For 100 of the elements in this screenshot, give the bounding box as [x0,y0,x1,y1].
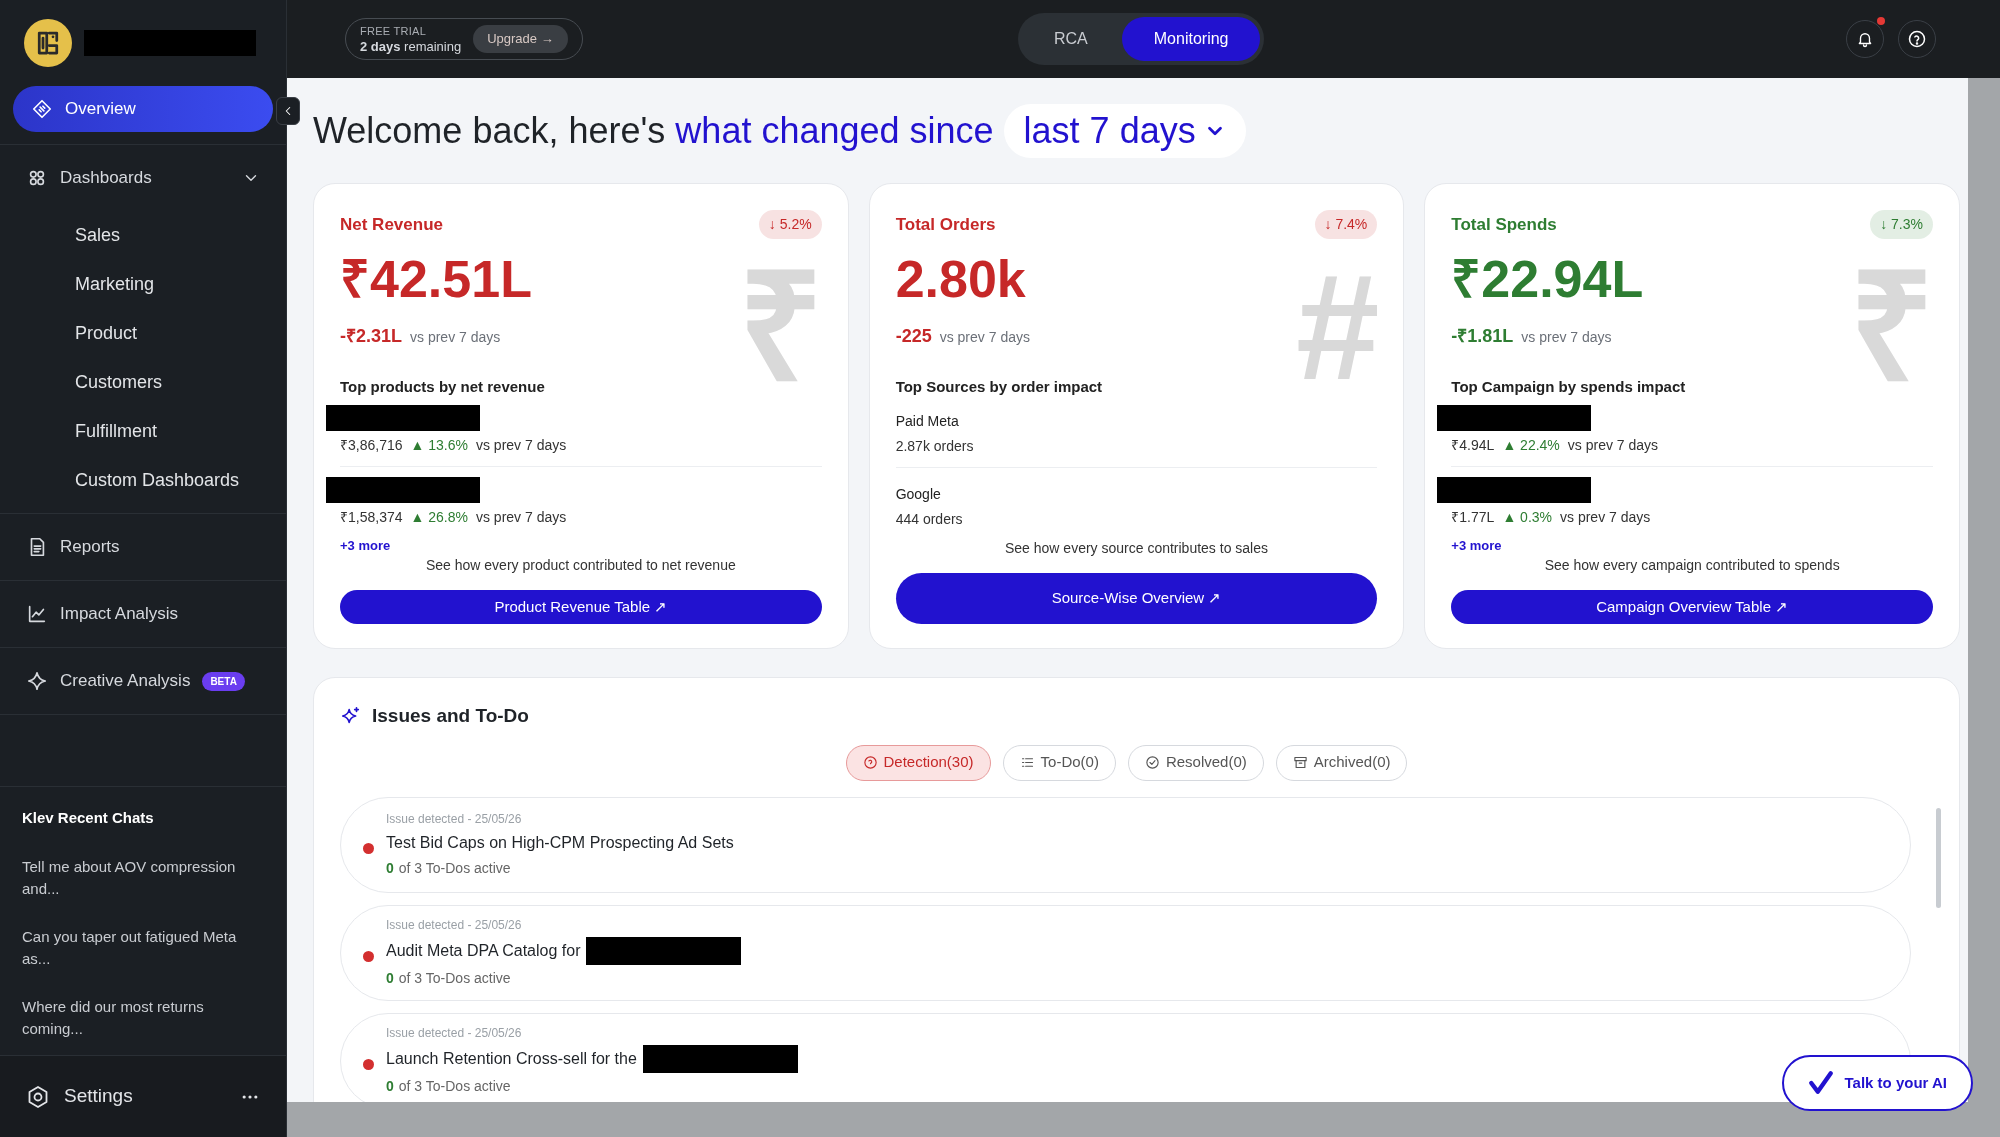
background-glyph: ₹ [1849,252,1935,402]
nav-item[interactable]: Dashboards [0,145,286,211]
delta-note: vs prev 7 days [410,328,501,347]
source-amount: 444 orders [895,509,964,529]
diamond-icon [31,98,53,120]
section-title: Top products by net revenue [340,377,546,397]
chat-link[interactable]: Where did our most returns coming... [22,995,262,1040]
more-link[interactable]: +3 more [1451,535,1933,555]
check-mark-icon [1808,1070,1835,1096]
delta-value: -₹1.81L [1451,325,1514,348]
nav-item[interactable]: Creative Analysis BETA [0,648,286,714]
entry-amount: ₹1,58,374 [340,507,403,527]
active-count: 0 [386,859,394,878]
todo-note: of 3 To-Dos active [398,859,511,878]
trial-text: 2 days remaining [360,39,462,54]
metric-value: ₹42.51L [340,253,533,305]
issue-meta: Issue detected - 25/05/26 [386,811,523,828]
delta-value: -225 [895,325,932,348]
change-badge: ↓ 5.2% [758,210,822,239]
section-title: Top Sources by order impact [895,377,1104,397]
issue-meta: Issue detected - 25/05/26 [386,917,523,934]
active-count: 0 [386,1077,394,1096]
entry-note: vs prev 7 days [1567,435,1659,455]
metric-value: 2.80k [895,253,1027,305]
settings-icon [26,1084,50,1109]
background-glyph: ₹ [737,252,824,402]
card-footer-text: See how every campaign contributed to spends [1543,556,1841,575]
upgrade-button[interactable]: Upgrade → [473,25,568,53]
source-name: Google [895,484,942,504]
card-title: Total Spends [1451,214,1557,236]
chat-link[interactable]: Tell me about AOV compression and... [22,855,262,900]
todo-note: of 3 To-Dos active [398,1077,511,1096]
entry-change: ▲ 0.3% [1502,507,1553,527]
issue-meta: Issue detected - 25/05/26 [386,1025,523,1042]
entry-note: vs prev 7 days [1560,507,1651,527]
active-count: 0 [386,969,394,988]
filter-tab[interactable]: Resolved(0) [1127,744,1264,781]
assistant-button[interactable]: Talk to your AI [1782,1055,1973,1111]
card-title: Net Revenue [340,214,443,236]
submenu-item[interactable]: Marketing [0,260,286,309]
entry-note: vs prev 7 days [475,507,567,527]
heading-text: Welcome back, here's [313,108,667,153]
source-amount: 2.87k orders [895,436,975,456]
delta-note: vs prev 7 days [939,328,1030,347]
section-title: Klev Recent Chats [22,808,155,828]
entry-amount: ₹1.77L [1451,507,1495,527]
sparkle-icon [26,670,48,692]
nav-item[interactable]: Impact Analysis [0,581,286,647]
change-badge: ↓ 7.4% [1314,210,1378,239]
mode-tab[interactable]: RCA [1022,17,1120,61]
entry-change: ▲ 26.8% [410,507,468,527]
beta-badge: BETA [202,671,245,691]
collapse-button[interactable] [276,97,300,125]
source-name: Paid Meta [895,411,960,431]
section-title: Top Campaign by spends impact [1451,377,1687,397]
todo-note: of 3 To-Dos active [398,969,511,988]
card-action-button[interactable]: Campaign Overview Table ↗ [1451,590,1933,624]
mode-tab[interactable]: Monitoring [1121,17,1261,61]
card-action-button[interactable]: Source-Wise Overview ↗ [895,572,1378,624]
issue-title: Audit Meta DPA Catalog for [386,941,581,961]
delta-value: -₹2.31L [340,325,403,348]
card-footer-text: See how every product contributed to net revenue [424,556,737,575]
card-title: Total Orders [895,214,996,236]
trial-label: FREE TRIAL [360,24,428,39]
line-chart-icon [26,603,48,625]
card-footer-text: See how every source contributes to sales [1003,538,1269,558]
change-badge: ↓ 7.3% [1870,210,1933,239]
filter-tab[interactable]: Archived(0) [1275,744,1408,781]
entry-change: ▲ 22.4% [1502,435,1560,455]
chat-link[interactable]: Can you taper out fatigued Meta as... [22,925,262,970]
nav-item[interactable]: Reports [0,514,286,580]
submenu-item[interactable]: Sales [0,211,286,260]
issue-title: Test Bid Caps on High-CPM Prospecting Ad Sets [386,833,734,853]
submenu-item[interactable]: Product [0,309,286,358]
help-icon [1907,29,1927,49]
submenu-item[interactable]: Customers [0,358,286,407]
entry-amount: ₹3,86,716 [340,435,403,455]
submenu-item[interactable]: Custom Dashboards [0,456,286,505]
period-dropdown[interactable]: last 7 days [1003,103,1246,158]
submenu-item[interactable]: Fulfillment [0,407,286,456]
bell-icon [1856,30,1874,48]
heading-highlight: what changed since [675,108,994,153]
archive-icon [1292,755,1308,770]
filter-tab[interactable]: To-Do(0) [1002,744,1116,781]
panel-title: Issues and To-Do [372,704,529,728]
card-action-button[interactable]: Product Revenue Table ↗ [340,590,822,624]
entry-change: ▲ 13.6% [410,435,468,455]
entry-note: vs prev 7 days [475,435,567,455]
scrollbar-thumb[interactable] [1936,808,1941,908]
filter-tab[interactable]: Detection(30) [845,744,991,781]
background-glyph: # [1295,252,1380,402]
checklist-icon [1019,755,1035,770]
metric-value: ₹22.94L [1451,253,1645,305]
help-icon [862,755,878,770]
issue-title: Launch Retention Cross-sell for the [386,1049,637,1069]
nav-item[interactable]: Overview [13,86,273,132]
entry-amount: ₹4.94L [1451,435,1495,455]
delta-note: vs prev 7 days [1521,328,1612,347]
check-circle-icon [1144,755,1160,770]
more-link[interactable]: +3 more [340,535,822,555]
